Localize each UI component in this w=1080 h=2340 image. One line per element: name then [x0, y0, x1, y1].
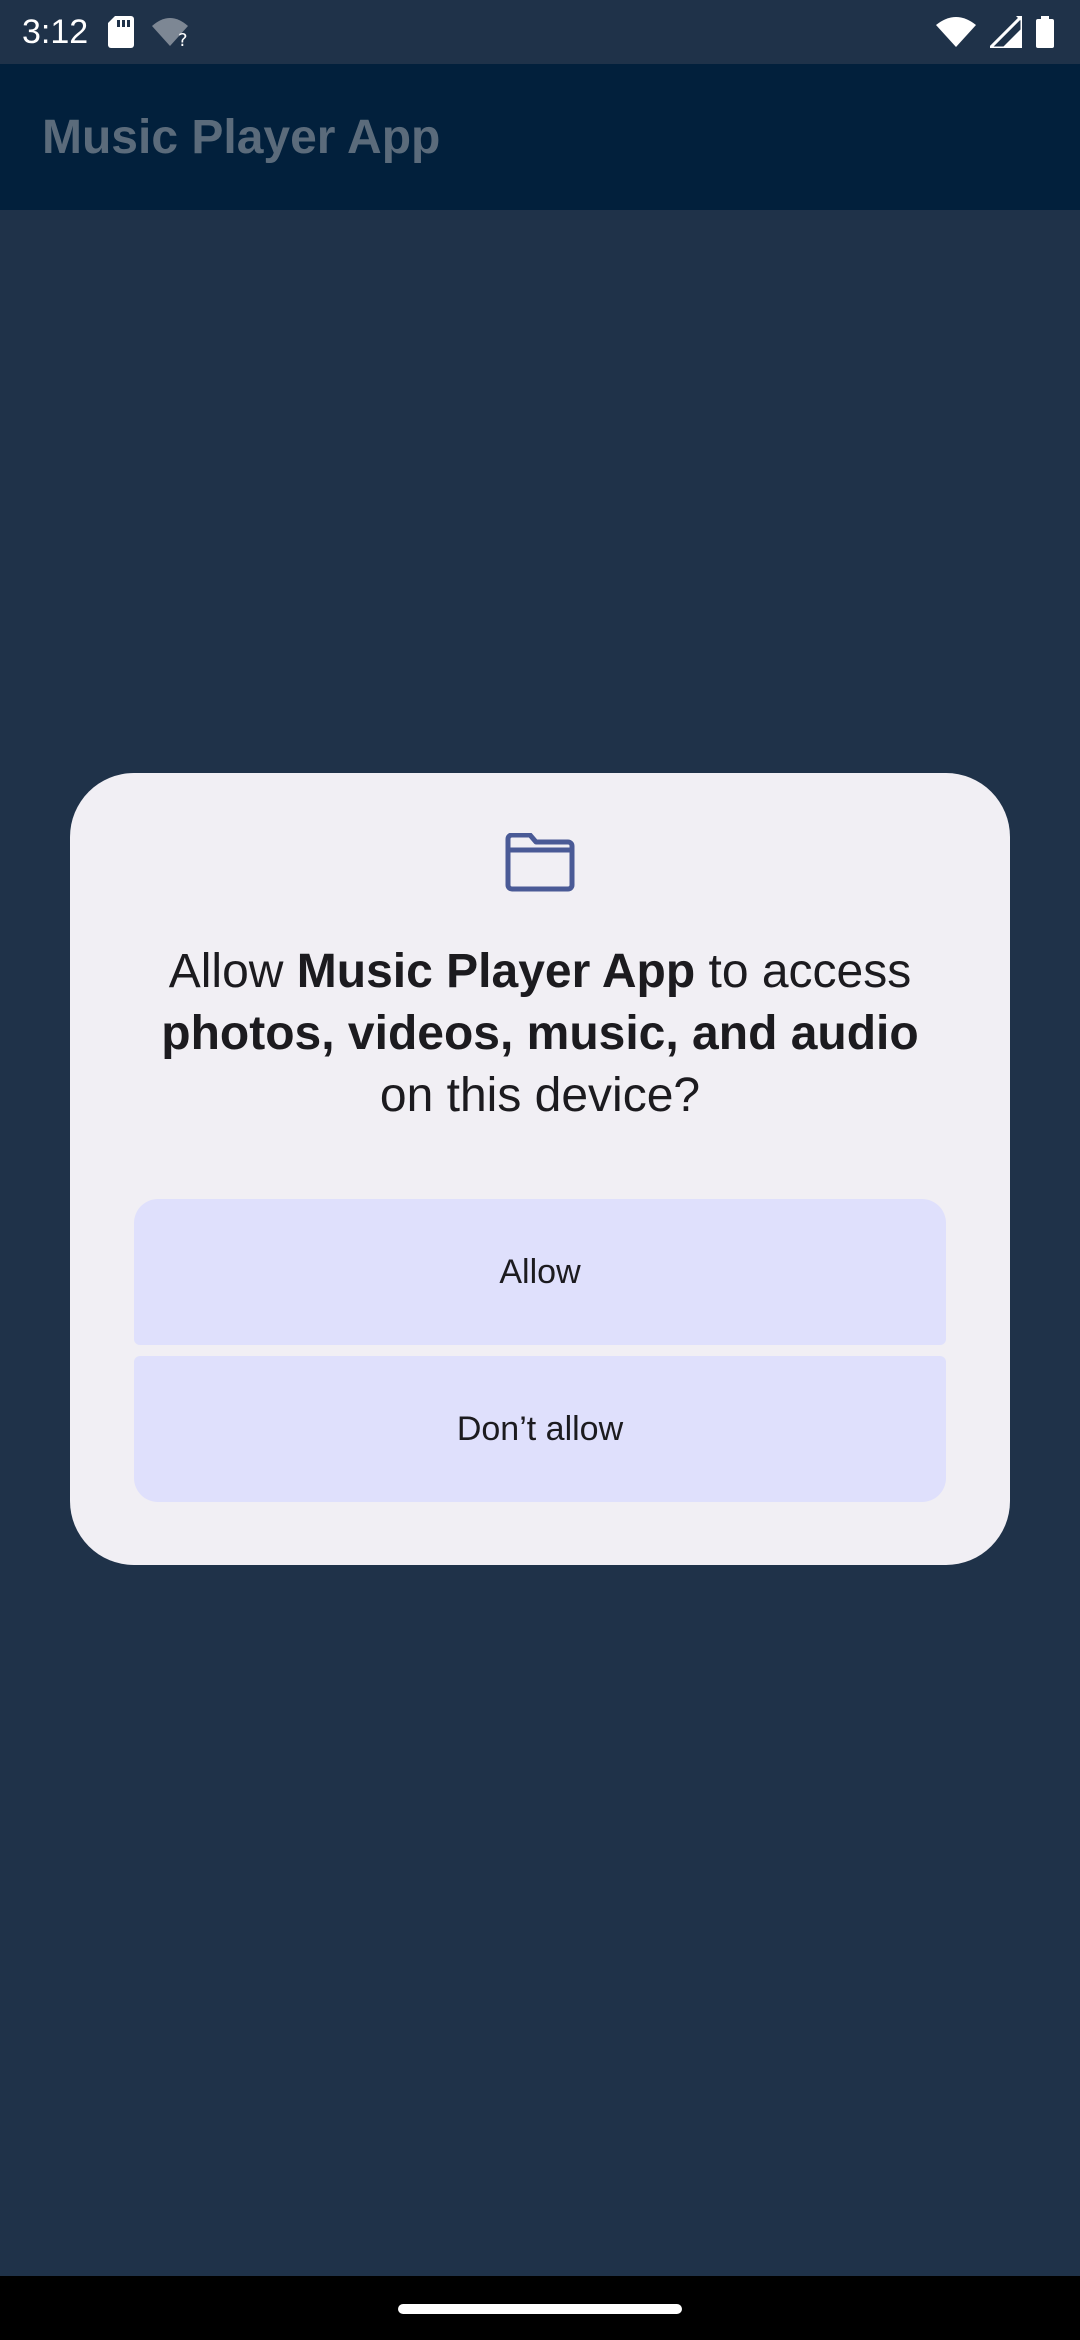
message-prefix: Allow: [168, 945, 297, 998]
battery-icon: [1036, 16, 1054, 48]
wifi-icon: [936, 16, 976, 48]
allow-button-label: Allow: [499, 1252, 581, 1291]
folder-icon: [504, 832, 576, 893]
message-app-name: Music Player App: [296, 945, 696, 998]
dont-allow-button[interactable]: Don’t allow: [134, 1356, 946, 1502]
status-time: 3:12: [22, 13, 89, 51]
allow-button[interactable]: Allow: [134, 1199, 946, 1345]
signal-icon: [990, 16, 1022, 48]
message-resources: photos, videos, music, and audio: [161, 1007, 919, 1060]
wifi-question-icon: ?: [152, 16, 192, 48]
status-left-icons: ?: [108, 14, 192, 50]
status-right-icons: [936, 14, 1054, 50]
app-title: Music Player App: [42, 111, 441, 164]
message-middle: to access: [695, 945, 912, 998]
status-bar: 3:12 ?: [0, 0, 1080, 64]
navigation-bar: [0, 2276, 1080, 2340]
app-bar: Music Player App: [0, 64, 1080, 210]
home-indicator[interactable]: [398, 2304, 682, 2314]
message-suffix: on this device?: [379, 1069, 701, 1122]
sd-card-icon: [108, 16, 134, 48]
permission-dialog: Allow Music Player App to access photos,…: [70, 773, 1010, 1565]
dont-allow-button-label: Don’t allow: [456, 1409, 624, 1448]
svg-text:?: ?: [178, 30, 188, 48]
permission-screen: 3:12 ? Music Player App Allow Music Play…: [0, 0, 1080, 2340]
dialog-message: Allow Music Player App to access photos,…: [120, 941, 960, 1127]
